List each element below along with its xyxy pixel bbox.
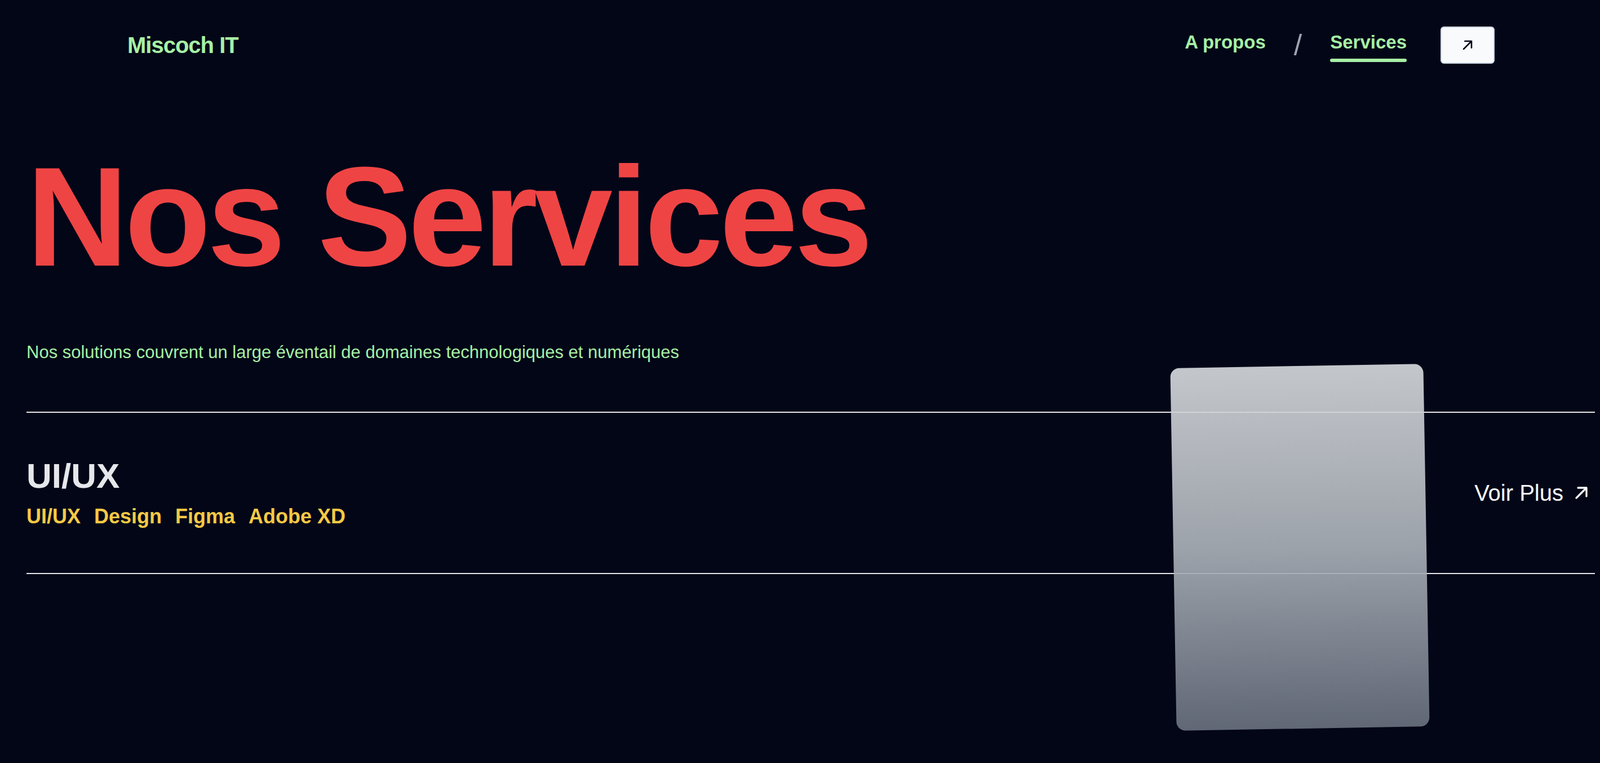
nav-underline bbox=[1184, 58, 1266, 62]
service-tag: Figma bbox=[175, 501, 236, 532]
service-info: UI/UXUI/UXDesignFigmaAdobe XD bbox=[26, 453, 346, 532]
service-photo bbox=[1169, 363, 1430, 731]
service-row[interactable]: UI/UXUI/UXDesignFigmaAdobe XDVoir Plus bbox=[26, 411, 1595, 574]
nav: A propos / Services bbox=[1173, 22, 1495, 68]
service-tags: UI/UX Design Figma Adobe XD bbox=[26, 501, 346, 532]
arrow-icon bbox=[1571, 482, 1592, 503]
nav-separator: / bbox=[1293, 30, 1302, 60]
main: Nos Services Nos solutions couvrent un la… bbox=[0, 146, 1600, 574]
logo[interactable]: Miscoch IT bbox=[127, 28, 239, 62]
arrow-icon bbox=[1459, 37, 1476, 53]
contact-button[interactable] bbox=[1440, 26, 1495, 64]
nav-underline bbox=[1330, 58, 1407, 62]
service-title: UI/UX bbox=[26, 453, 346, 498]
nav-item[interactable]: A propos bbox=[1173, 22, 1278, 68]
page-title: Nos Services bbox=[26, 146, 1595, 288]
header: Miscoch IT A propos / Services bbox=[0, 0, 1600, 91]
page-subtitle: Nos solutions couvrent un large éventail… bbox=[26, 340, 1595, 364]
service-tag: Adobe XD bbox=[248, 501, 346, 532]
nav-item[interactable]: Services bbox=[1318, 22, 1418, 68]
service-tag: UI/UX bbox=[26, 501, 81, 532]
service-list: UI/UXUI/UXDesignFigmaAdobe XDVoir Plus bbox=[26, 411, 1595, 574]
see-more-link[interactable]: Voir Plus bbox=[1474, 475, 1592, 510]
service-tag: Design bbox=[94, 501, 162, 532]
